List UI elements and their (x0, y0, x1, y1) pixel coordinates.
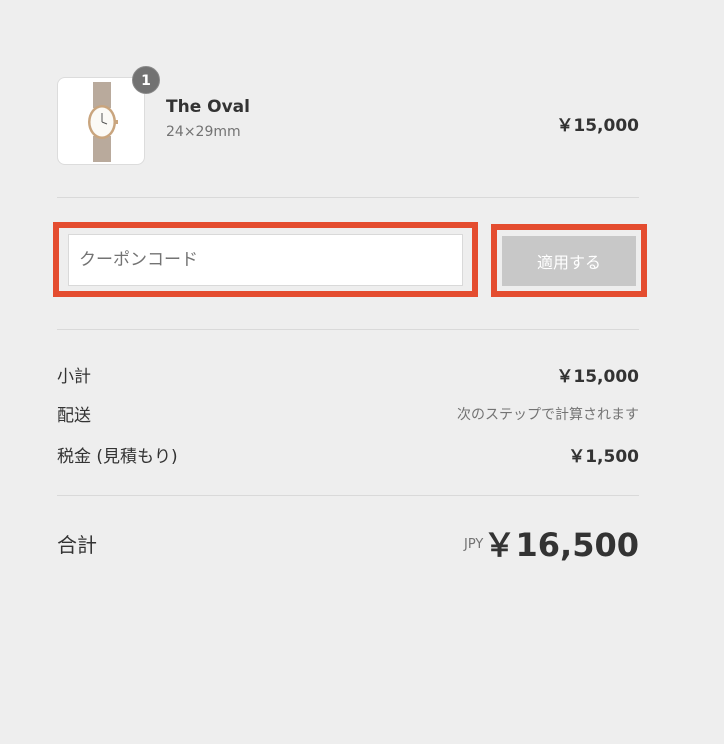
shipping-label: 配送 (57, 406, 91, 426)
total-currency: JPY (464, 537, 484, 552)
divider (57, 495, 639, 496)
product-variant: 24×29mm (166, 124, 241, 140)
subtotal-value: ￥15,000 (556, 367, 639, 387)
subtotal-row: 小計 ￥15,000 (57, 362, 639, 387)
coupon-highlight-frame (53, 222, 478, 297)
divider (57, 197, 639, 198)
subtotal-label: 小計 (57, 367, 91, 387)
product-thumbnail: 1 (57, 66, 160, 165)
divider (57, 329, 639, 330)
quantity-badge: 1 (132, 66, 160, 94)
apply-coupon-button[interactable]: 適用する (502, 236, 636, 286)
shipping-row: 配送 次のステップで計算されます (57, 401, 639, 426)
total-label: 合計 (57, 533, 97, 557)
shipping-value: 次のステップで計算されます (457, 407, 639, 423)
tax-label: 税金 (見積もり) (57, 447, 178, 467)
coupon-code-input[interactable] (68, 234, 463, 286)
tax-row: 税金 (見積もり) ￥1,500 (57, 442, 639, 467)
watch-icon (88, 82, 118, 162)
tax-value: ￥1,500 (568, 447, 639, 467)
product-price: ￥15,000 (556, 116, 639, 136)
apply-highlight-frame: 適用する (491, 224, 647, 297)
cart-line-item: 1 The Oval 24×29mm ￥15,000 (57, 66, 639, 165)
product-name: The Oval (166, 97, 250, 117)
total-value: ￥16,500 (483, 526, 640, 564)
